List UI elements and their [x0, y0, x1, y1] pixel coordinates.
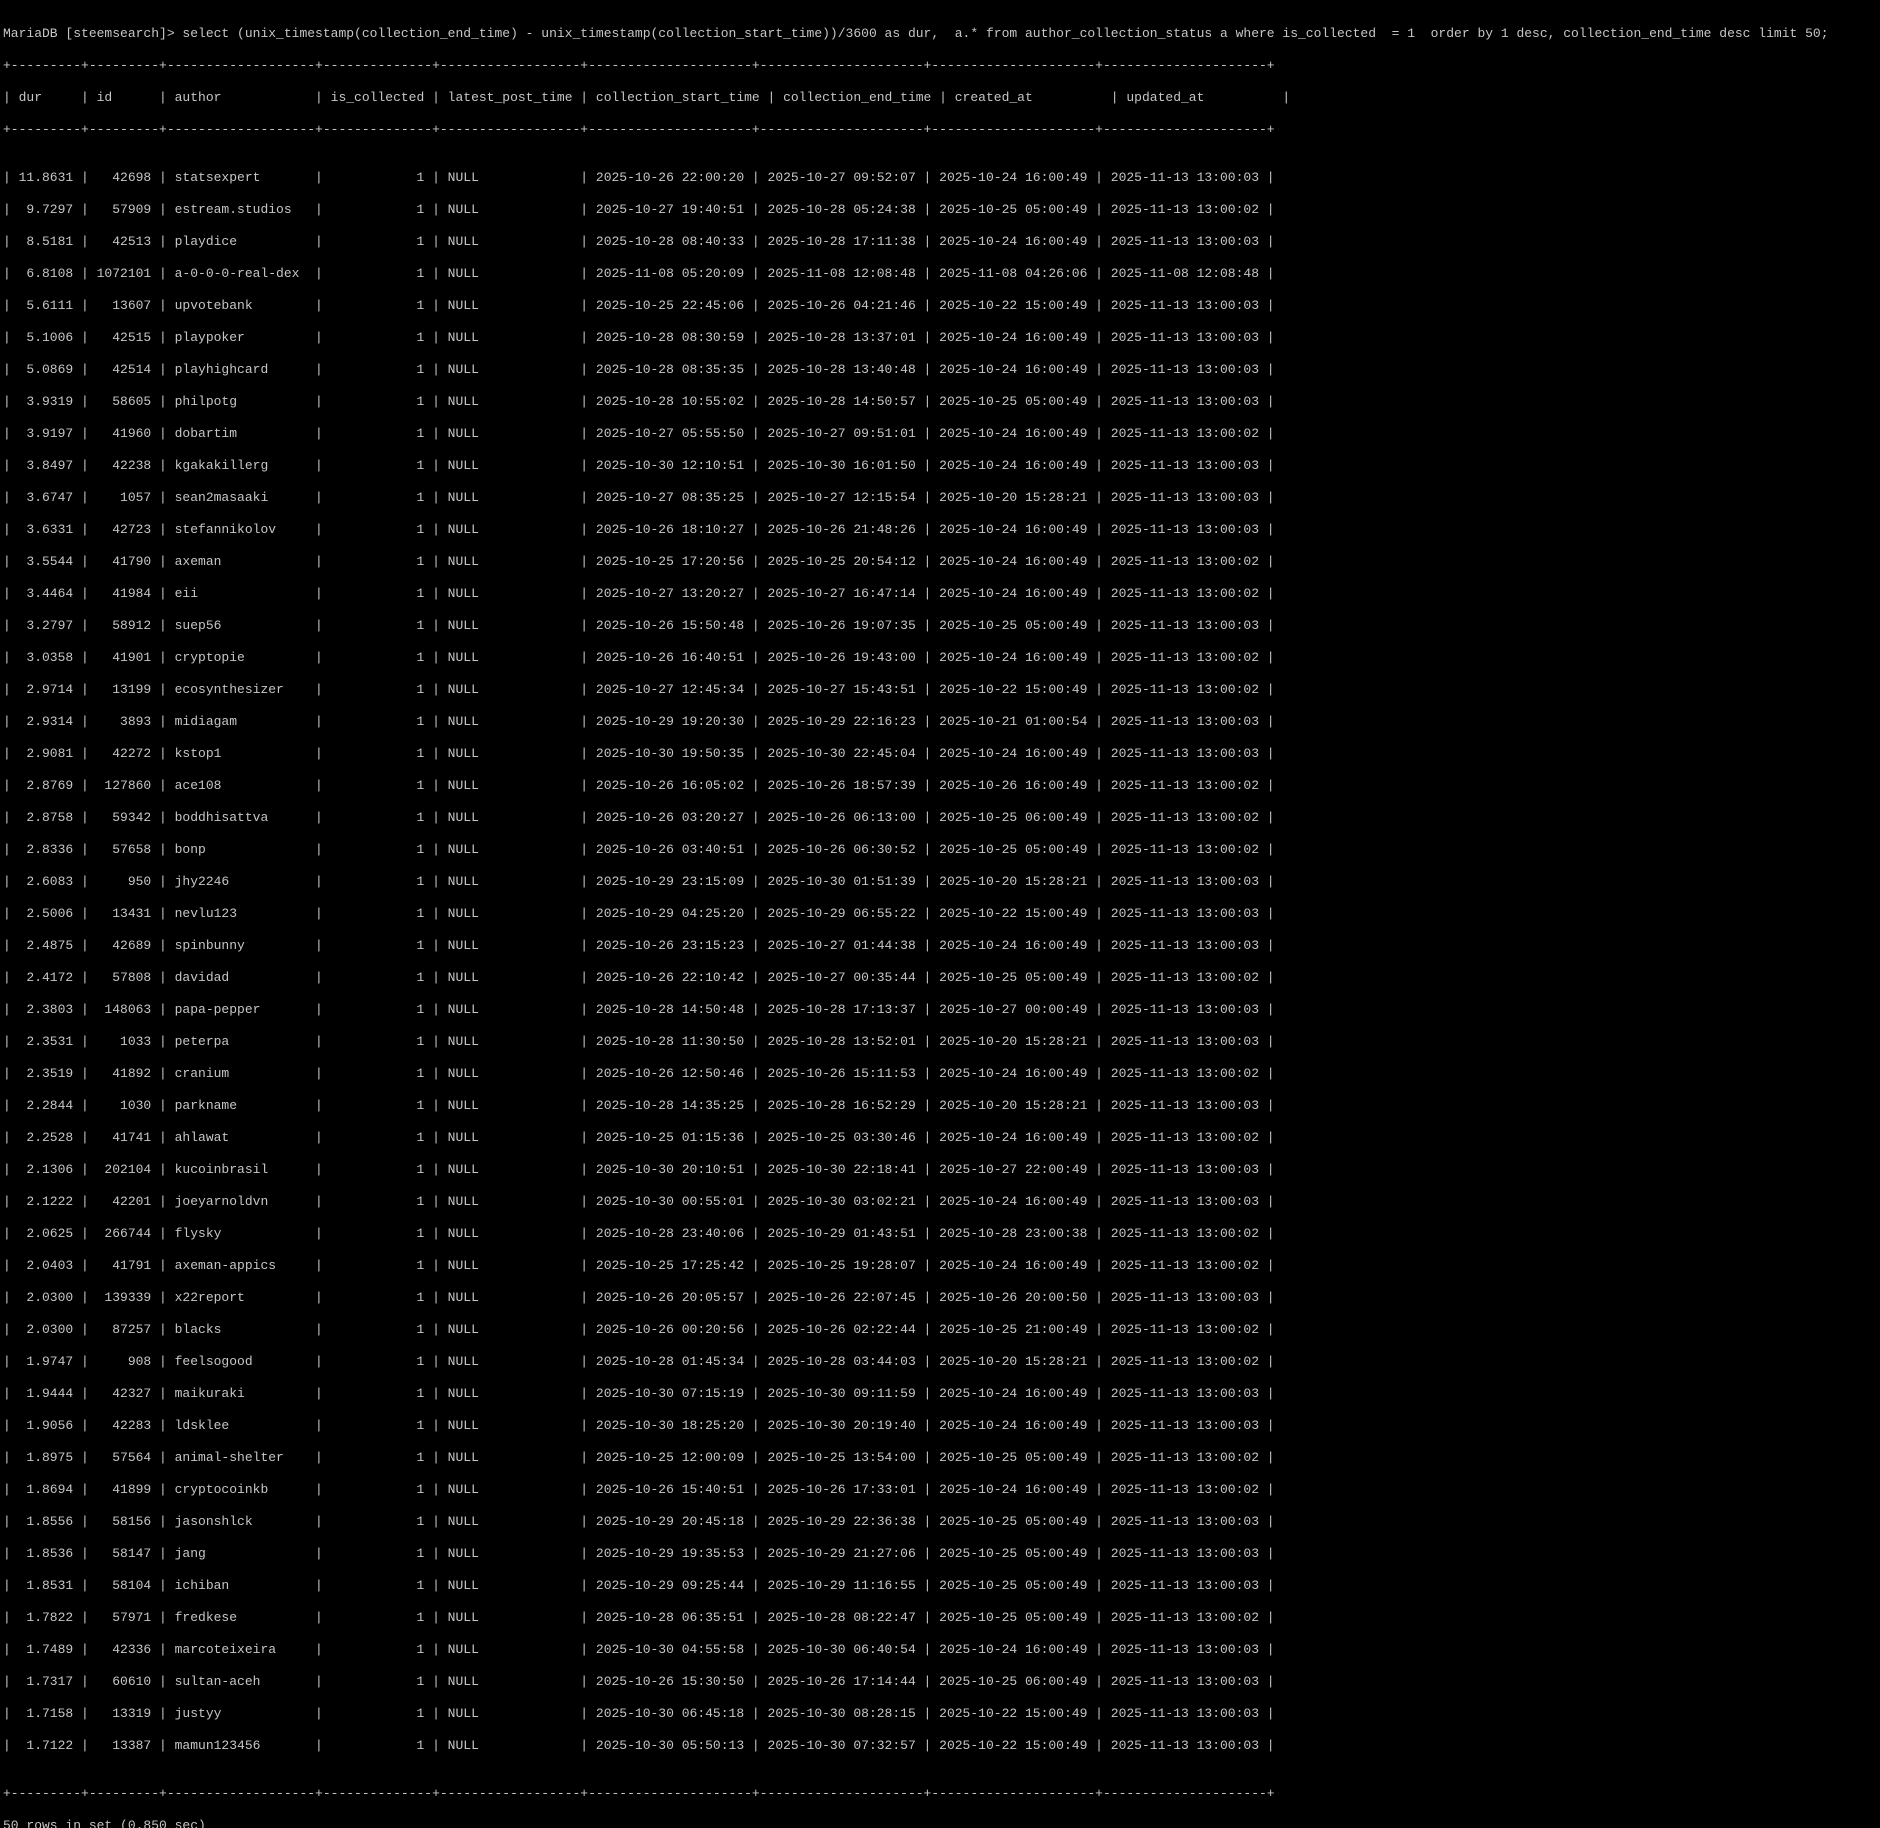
table-row: | 6.8108 | 1072101 | a-0-0-0-real-dex | … [3, 266, 1275, 281]
table-row: | 1.8536 | 58147 | jang | 1 | NULL | 202… [3, 1546, 1275, 1561]
table-row: | 2.8758 | 59342 | boddhisattva | 1 | NU… [3, 810, 1275, 825]
table-row: | 3.6331 | 42723 | stefannikolov | 1 | N… [3, 522, 1275, 537]
table-row: | 3.2797 | 58912 | suep56 | 1 | NULL | 2… [3, 618, 1275, 633]
table-row: | 2.3531 | 1033 | peterpa | 1 | NULL | 2… [3, 1034, 1275, 1049]
table-row: | 2.2844 | 1030 | parkname | 1 | NULL | … [3, 1098, 1275, 1113]
table-row: | 2.5006 | 13431 | nevlu123 | 1 | NULL |… [3, 906, 1275, 921]
table-row: | 2.1306 | 202104 | kucoinbrasil | 1 | N… [3, 1162, 1275, 1177]
table-row: | 3.9319 | 58605 | philpotg | 1 | NULL |… [3, 394, 1275, 409]
table-row: | 1.7489 | 42336 | marcoteixeira | 1 | N… [3, 1642, 1275, 1657]
table-border-top: +---------+---------+-------------------… [3, 58, 1275, 73]
table-row: | 2.1222 | 42201 | joeyarnoldvn | 1 | NU… [3, 1194, 1275, 1209]
table-row: | 2.9714 | 13199 | ecosynthesizer | 1 | … [3, 682, 1275, 697]
table-row: | 1.8556 | 58156 | jasonshlck | 1 | NULL… [3, 1514, 1275, 1529]
table-row: | 5.0869 | 42514 | playhighcard | 1 | NU… [3, 362, 1275, 377]
table-row: | 1.7158 | 13319 | justyy | 1 | NULL | 2… [3, 1706, 1275, 1721]
table-row: | 11.8631 | 42698 | statsexpert | 1 | NU… [3, 170, 1275, 185]
table-row: | 1.8694 | 41899 | cryptocoinkb | 1 | NU… [3, 1482, 1275, 1497]
table-border-header: +---------+---------+-------------------… [3, 122, 1275, 137]
table-row: | 2.6083 | 950 | jhy2246 | 1 | NULL | 20… [3, 874, 1275, 889]
table-row: | 3.0358 | 41901 | cryptopie | 1 | NULL … [3, 650, 1275, 665]
table-row: | 9.7297 | 57909 | estream.studios | 1 |… [3, 202, 1275, 217]
table-row: | 1.8975 | 57564 | animal-shelter | 1 | … [3, 1450, 1275, 1465]
table-row: | 2.9314 | 3893 | midiagam | 1 | NULL | … [3, 714, 1275, 729]
table-row: | 2.0625 | 266744 | flysky | 1 | NULL | … [3, 1226, 1275, 1241]
table-row: | 5.6111 | 13607 | upvotebank | 1 | NULL… [3, 298, 1275, 313]
table-row: | 2.3803 | 148063 | papa-pepper | 1 | NU… [3, 1002, 1275, 1017]
table-row: | 3.6747 | 1057 | sean2masaaki | 1 | NUL… [3, 490, 1275, 505]
table-row: | 2.3519 | 41892 | cranium | 1 | NULL | … [3, 1066, 1275, 1081]
table-row: | 1.9747 | 908 | feelsogood | 1 | NULL |… [3, 1354, 1275, 1369]
table-header-row: | dur | id | author | is_collected | lat… [3, 90, 1291, 105]
table-border-bottom: +---------+---------+-------------------… [3, 1786, 1275, 1801]
table-row: | 2.9081 | 42272 | kstop1 | 1 | NULL | 2… [3, 746, 1275, 761]
table-row: | 3.4464 | 41984 | eii | 1 | NULL | 2025… [3, 586, 1275, 601]
table-row: | 2.2528 | 41741 | ahlawat | 1 | NULL | … [3, 1130, 1275, 1145]
table-row: | 3.5544 | 41790 | axeman | 1 | NULL | 2… [3, 554, 1275, 569]
terminal-window[interactable]: MariaDB [steemsearch]> select (unix_time… [0, 0, 1880, 1828]
table-row: | 1.8531 | 58104 | ichiban | 1 | NULL | … [3, 1578, 1275, 1593]
table-row: | 1.9056 | 42283 | ldsklee | 1 | NULL | … [3, 1418, 1275, 1433]
table-row: | 2.4875 | 42689 | spinbunny | 1 | NULL … [3, 938, 1275, 953]
table-row: | 1.7822 | 57971 | fredkese | 1 | NULL |… [3, 1610, 1275, 1625]
table-row: | 1.7122 | 13387 | mamun123456 | 1 | NUL… [3, 1738, 1275, 1753]
table-row: | 5.1006 | 42515 | playpoker | 1 | NULL … [3, 330, 1275, 345]
table-row: | 2.0300 | 87257 | blacks | 1 | NULL | 2… [3, 1322, 1275, 1337]
table-row: | 2.0403 | 41791 | axeman-appics | 1 | N… [3, 1258, 1275, 1273]
table-row: | 1.9444 | 42327 | maikuraki | 1 | NULL … [3, 1386, 1275, 1401]
table-body: | 11.8631 | 42698 | statsexpert | 1 | NU… [3, 154, 1880, 1770]
table-row: | 3.9197 | 41960 | dobartim | 1 | NULL |… [3, 426, 1275, 441]
table-row: | 3.8497 | 42238 | kgakakillerg | 1 | NU… [3, 458, 1275, 473]
table-row: | 8.5181 | 42513 | playdice | 1 | NULL |… [3, 234, 1275, 249]
table-row: | 2.8769 | 127860 | ace108 | 1 | NULL | … [3, 778, 1275, 793]
table-row: | 2.8336 | 57658 | bonp | 1 | NULL | 202… [3, 842, 1275, 857]
result-summary: 50 rows in set (0.850 sec) [3, 1818, 206, 1828]
table-row: | 2.4172 | 57808 | davidad | 1 | NULL | … [3, 970, 1275, 985]
table-row: | 2.0300 | 139339 | x22report | 1 | NULL… [3, 1290, 1275, 1305]
table-row: | 1.7317 | 60610 | sultan-aceh | 1 | NUL… [3, 1674, 1275, 1689]
command-line: MariaDB [steemsearch]> select (unix_time… [3, 26, 1829, 41]
